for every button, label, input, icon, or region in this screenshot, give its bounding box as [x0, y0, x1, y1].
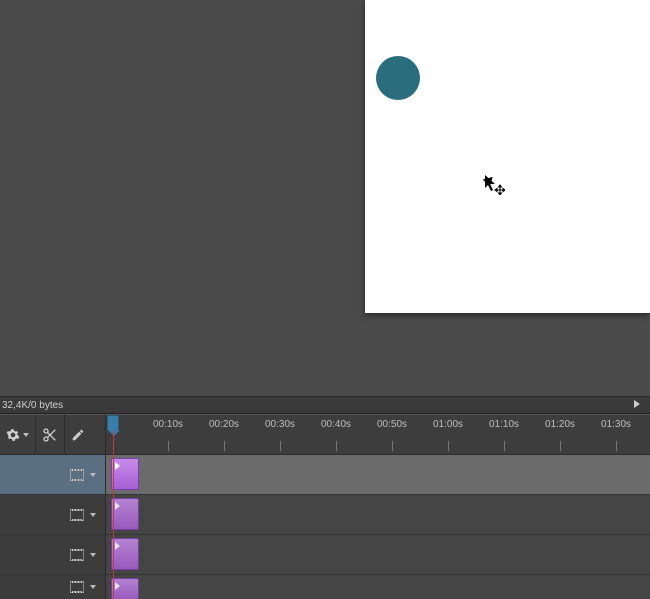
playhead-line: [113, 431, 114, 599]
track-body[interactable]: [106, 455, 650, 494]
cut-button[interactable]: [36, 415, 65, 455]
ruler-ticks: 00:10s 00:20s 00:30s 00:40s 00:50s 01:00s 01:1…: [106, 415, 650, 455]
ruler-tick: 00:10s: [153, 419, 183, 430]
clip[interactable]: [111, 498, 139, 530]
chevron-down-icon: [90, 473, 96, 477]
clip-expand-icon: [115, 542, 120, 550]
tracks-container: [0, 455, 650, 599]
status-bar: 32,4K/0 bytes: [0, 396, 650, 414]
chevron-down-icon: [90, 585, 96, 589]
track-head[interactable]: [0, 575, 106, 599]
ruler-tick: 00:40s: [321, 419, 351, 430]
chevron-down-icon: [90, 553, 96, 557]
timeline-ruler[interactable]: 00:10s 00:20s 00:30s 00:40s 00:50s 01:00s 01:1…: [106, 415, 650, 455]
clip-expand-icon: [115, 502, 120, 510]
track-head[interactable]: [0, 495, 106, 534]
track-head[interactable]: [0, 455, 106, 494]
filmstrip-icon: [70, 469, 84, 481]
playhead[interactable]: [107, 415, 119, 455]
ruler-tick: 01:00s: [433, 419, 463, 430]
edit-button[interactable]: [65, 415, 91, 455]
ruler-tick: 00:20s: [209, 419, 239, 430]
clip[interactable]: [111, 578, 139, 599]
track-type-toggle[interactable]: [67, 547, 99, 563]
track-row[interactable]: [0, 495, 650, 535]
gear-icon: [6, 428, 20, 442]
filmstrip-icon: [70, 509, 84, 521]
clip[interactable]: [111, 458, 139, 490]
pencil-icon: [71, 428, 85, 442]
clip[interactable]: [111, 538, 139, 570]
track-head[interactable]: [0, 535, 106, 574]
track-row[interactable]: [0, 535, 650, 575]
timeline-tool-left: [0, 415, 106, 455]
ruler-tick: 00:50s: [377, 419, 407, 430]
status-text: 32,4K/0 bytes: [0, 400, 63, 411]
status-expand-arrow[interactable]: [626, 400, 650, 411]
track-row[interactable]: [0, 575, 650, 599]
filmstrip-icon: [70, 549, 84, 561]
track-type-toggle[interactable]: [67, 467, 99, 483]
chevron-down-icon: [90, 513, 96, 517]
track-body[interactable]: [106, 535, 650, 574]
clip-expand-icon: [115, 462, 120, 470]
settings-button[interactable]: [0, 415, 36, 455]
playhead-head-icon: [107, 415, 119, 431]
chevron-down-icon: [23, 433, 29, 437]
stage[interactable]: [365, 0, 650, 313]
ruler-tick: 00:30s: [265, 419, 295, 430]
track-type-toggle[interactable]: [67, 507, 99, 523]
track-body[interactable]: [106, 495, 650, 534]
timeline-toolbar: 00:10s 00:20s 00:30s 00:40s 00:50s 01:00s 01:1…: [0, 415, 650, 455]
track-row[interactable]: [0, 455, 650, 495]
ruler-tick: 01:10s: [489, 419, 519, 430]
scissors-icon: [42, 427, 58, 443]
clip-expand-icon: [115, 582, 120, 590]
track-body[interactable]: [106, 575, 650, 599]
track-type-toggle[interactable]: [67, 579, 99, 595]
ruler-tick: 01:20s: [545, 419, 575, 430]
canvas-area[interactable]: [0, 0, 650, 396]
ruler-tick: 01:30s: [601, 419, 631, 430]
circle-shape[interactable]: [376, 56, 420, 100]
timeline-panel: 00:10s 00:20s 00:30s 00:40s 00:50s 01:00s 01:1…: [0, 414, 650, 599]
filmstrip-icon: [70, 581, 84, 593]
